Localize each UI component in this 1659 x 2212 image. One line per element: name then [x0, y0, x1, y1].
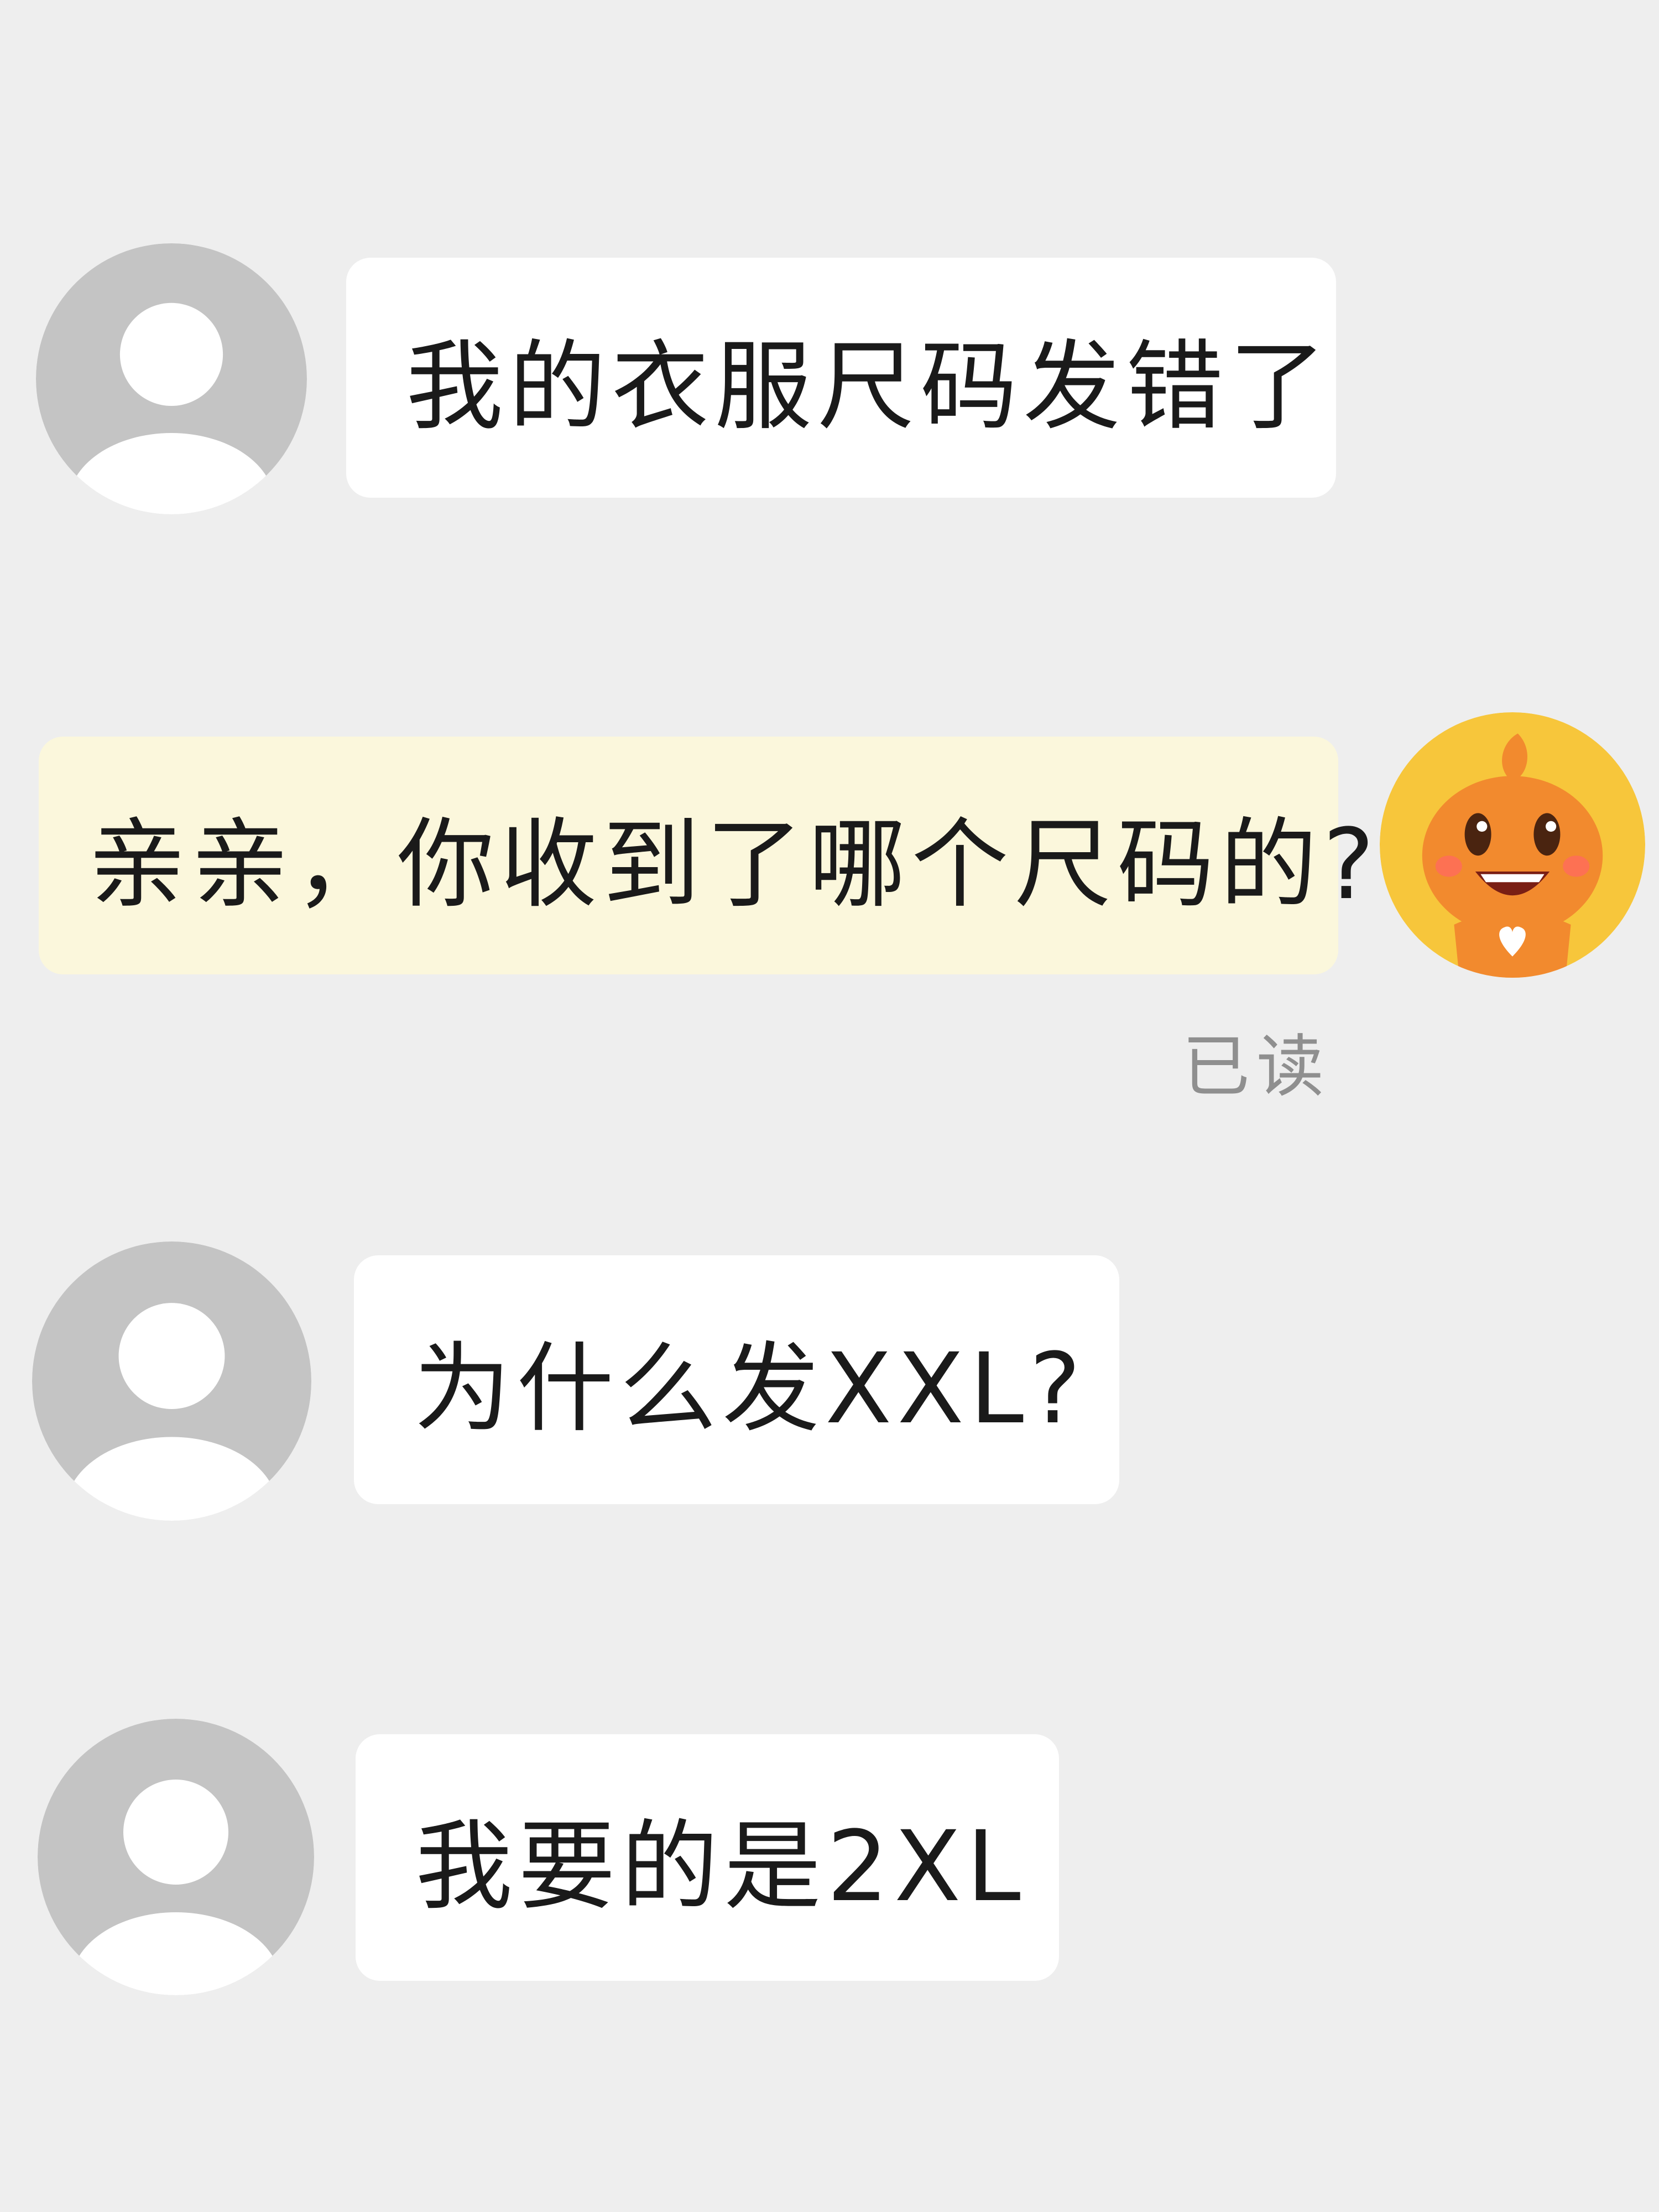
service-mascot-avatar-icon[interactable]	[1380, 712, 1645, 978]
message-bubble-customer[interactable]: 我要的是2XL	[356, 1734, 1059, 1981]
read-status-label: 已读	[1182, 1027, 1331, 1106]
message-text: 我的衣服尺码发错了	[406, 330, 1332, 444]
message-bubble-customer[interactable]: 为什么发XXL?	[354, 1255, 1119, 1504]
customer-avatar-icon[interactable]	[36, 243, 307, 514]
message-text: 为什么发XXL?	[414, 1332, 1087, 1446]
message-bubble-customer[interactable]: 我的衣服尺码发错了	[346, 258, 1336, 498]
message-text: 亲亲，你收到了哪个尺码的?	[88, 807, 1380, 921]
customer-avatar-icon[interactable]	[32, 1241, 311, 1521]
message-text: 我要的是2XL	[415, 1809, 1026, 1923]
customer-avatar-icon[interactable]	[38, 1719, 314, 1995]
message-bubble-service[interactable]: 亲亲，你收到了哪个尺码的?	[39, 737, 1374, 974]
